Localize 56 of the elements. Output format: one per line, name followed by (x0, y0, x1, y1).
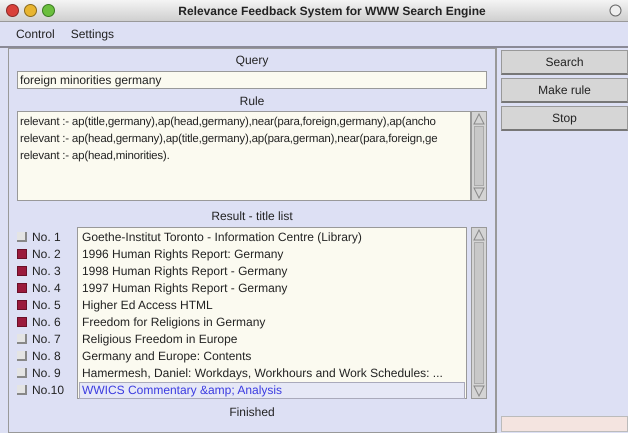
checkbox[interactable] (17, 282, 27, 292)
result-item[interactable]: Hamermesh, Daniel: Workdays, Workhours and Work Schedules: ... (79, 365, 465, 382)
scroll-down-icon[interactable] (472, 186, 486, 200)
query-field[interactable]: foreign minorities germany (17, 71, 487, 89)
collapse-icon[interactable] (609, 4, 622, 17)
result-number: No. 1 (32, 228, 61, 246)
result-item[interactable]: 1997 Human Rights Report - Germany (79, 280, 465, 297)
menu-item[interactable]: Control (16, 25, 55, 43)
checkbox[interactable] (17, 232, 27, 242)
status-text: Finished (229, 405, 275, 419)
minimize-icon[interactable] (24, 4, 37, 17)
result-number: No. 7 (32, 330, 61, 348)
result-number: No. 9 (32, 364, 61, 382)
action-button[interactable]: Search (501, 50, 628, 75)
action-button[interactable]: Stop (501, 106, 628, 131)
scroll-up-icon[interactable] (472, 228, 486, 242)
scrollbar[interactable] (471, 227, 487, 399)
resize-grip[interactable] (501, 416, 628, 432)
checkbox[interactable] (17, 300, 27, 310)
window-title: Relevance Feedback System for WWW Search Engine (178, 4, 486, 18)
checkbox[interactable] (17, 384, 27, 394)
rule-label: Rule (240, 94, 264, 108)
checkbox[interactable] (17, 266, 27, 276)
result-label: Result - title list (211, 209, 293, 223)
result-number: No. 5 (32, 296, 61, 314)
checkbox[interactable] (17, 334, 27, 344)
result-item[interactable]: 1998 Human Rights Report - Germany (79, 263, 465, 280)
maximize-icon[interactable] (42, 4, 55, 17)
action-button[interactable]: Make rule (501, 78, 628, 103)
result-item[interactable]: WWICS Commentary &amp; Analysis (79, 382, 465, 399)
scrollbar[interactable] (471, 111, 487, 201)
rule-line: relevant :- ap(title,germany),ap(head,germany),near(para,foreign,germany),ap(ancho (20, 115, 437, 130)
checkbox[interactable] (17, 350, 27, 360)
result-number: No. 8 (32, 348, 61, 364)
result-item[interactable]: Higher Ed Access HTML (79, 297, 465, 314)
scroll-up-icon[interactable] (472, 112, 486, 126)
checkbox[interactable] (17, 316, 27, 326)
close-icon[interactable] (6, 4, 19, 17)
result-number: No.10 (32, 382, 64, 398)
result-item[interactable]: Goethe-Institut Toronto - Information Centre (Library) (79, 229, 465, 246)
result-number: No. 2 (32, 246, 61, 262)
result-item[interactable]: Religious Freedom in Europe (79, 331, 465, 348)
result-number: No. 6 (32, 314, 61, 330)
rule-line: relevant :- ap(head,minorities). (20, 149, 171, 164)
rule-text-area[interactable]: relevant :- ap(title,germany),ap(head,germany),near(para,foreign,germany),ap(ancho relevant :- ap(head,germany),ap(title,germany),ap(para,german),near(para,foreign,ge relevant :- ap(head,minorities). (17, 111, 471, 201)
result-item[interactable]: Freedom for Religions in Germany (79, 314, 465, 331)
result-number: No. 4 (32, 280, 61, 296)
checkbox[interactable] (17, 368, 27, 378)
scroll-down-icon[interactable] (472, 384, 486, 398)
result-number: No. 3 (32, 262, 61, 280)
rule-line: relevant :- ap(head,germany),ap(title,germany),ap(para,german),near(para,foreign,ge (20, 132, 438, 147)
checkbox[interactable] (17, 248, 27, 258)
result-item[interactable]: 1996 Human Rights Report: Germany (79, 246, 465, 263)
menu-item[interactable]: Settings (70, 25, 114, 43)
query-label: Query (236, 53, 268, 67)
result-item[interactable]: Germany and Europe: Contents (79, 348, 465, 365)
